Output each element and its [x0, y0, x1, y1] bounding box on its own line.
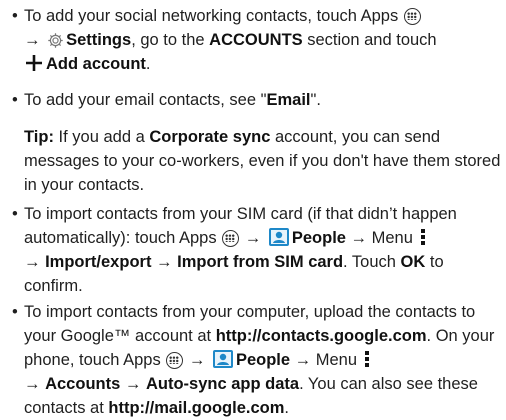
menu-dots-icon: [364, 351, 369, 367]
tip-label: Tip:: [24, 128, 54, 146]
email-link[interactable]: Email: [266, 91, 310, 109]
paragraph-text: To add your social networking contacts, …: [24, 7, 437, 73]
bullet-email-contacts: • To add your email contacts, see "Email…: [12, 88, 502, 112]
paragraph-text: To add your email contacts, see "Email".: [24, 91, 321, 109]
apps-icon: [166, 352, 184, 369]
people-icon: [268, 228, 289, 246]
ok-label: OK: [400, 253, 426, 271]
menu-dots-icon: [420, 229, 425, 245]
corporate-sync-label: Corporate sync: [149, 128, 271, 146]
import-sim-label: Import from SIM card: [177, 253, 344, 271]
settings-label: Settings: [66, 31, 132, 49]
autosync-label: Auto-sync app data: [145, 375, 300, 393]
bullet-mark: •: [12, 7, 18, 25]
help-page: • To add your social networking contacts…: [0, 0, 506, 419]
people-label: People: [235, 351, 291, 369]
add-account-label: Add account: [46, 55, 146, 73]
accounts-label: Accounts: [45, 375, 121, 393]
accounts-section-label: ACCOUNTS: [209, 31, 303, 49]
bullet-mark: •: [12, 303, 18, 321]
bullet-sim-import: • To import contacts from your SIM card …: [12, 202, 502, 298]
people-icon: [212, 350, 233, 368]
gear-icon: [48, 33, 63, 48]
paragraph-text: To import contacts from your computer, u…: [24, 303, 495, 417]
paragraph-text: To import contacts from your SIM card (i…: [24, 205, 457, 295]
bullet-social-contacts: • To add your social networking contacts…: [12, 4, 502, 76]
contacts-google-link[interactable]: http://contacts.google.com: [216, 327, 427, 345]
bullet-mark: •: [12, 205, 18, 223]
bullet-computer-import: • To import contacts from your computer,…: [12, 300, 502, 420]
import-export-label: Import/export: [45, 253, 152, 271]
apps-icon: [222, 230, 240, 247]
plus-icon: [26, 55, 42, 71]
apps-icon: [403, 8, 421, 25]
people-label: People: [291, 229, 346, 247]
tip-note: Tip: If you add a Corporate sync account…: [24, 128, 501, 194]
bullet-mark: •: [12, 91, 18, 109]
mail-google-link[interactable]: http://mail.google.com: [108, 399, 284, 417]
